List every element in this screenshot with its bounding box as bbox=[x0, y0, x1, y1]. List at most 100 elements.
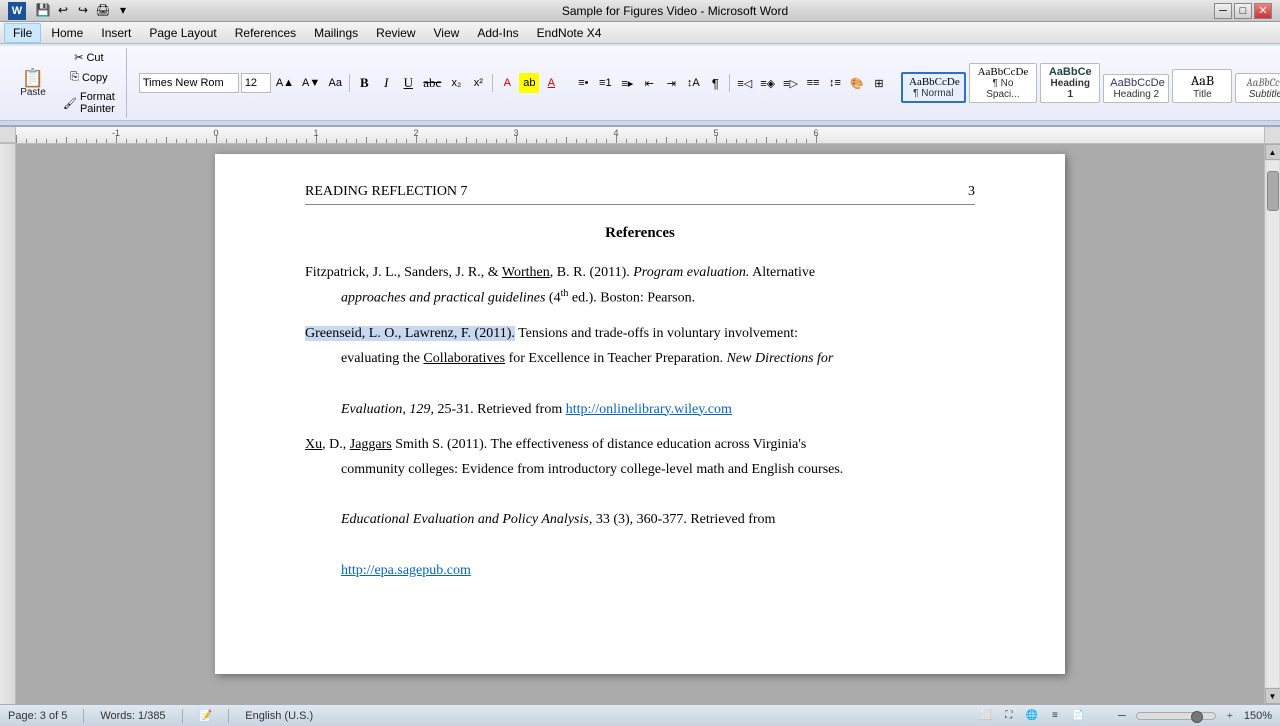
numbering-button[interactable]: ≡1 bbox=[595, 73, 615, 93]
close-button[interactable]: ✕ bbox=[1254, 3, 1272, 19]
greenseid-continuation1: evaluating the Collaboratives for Excell… bbox=[341, 346, 975, 371]
bullets-button[interactable]: ≡• bbox=[573, 73, 593, 93]
fitzpatrick-author-rest: , B. R. (2011). Program evaluation. Alte… bbox=[550, 265, 815, 280]
menu-endnote[interactable]: EndNote X4 bbox=[529, 24, 610, 42]
qat-save[interactable]: 💾 bbox=[34, 2, 52, 20]
document-scroll-area[interactable]: READING REFLECTION 7 3 References Fitzpa… bbox=[16, 144, 1264, 704]
greenseid-continuation2: Evaluation, 129, 25-31. Retrieved from h… bbox=[341, 397, 975, 422]
menu-references[interactable]: References bbox=[227, 24, 304, 42]
borders-button[interactable]: ⊞ bbox=[869, 73, 889, 93]
shading-button[interactable]: 🎨 bbox=[847, 73, 867, 93]
underline-button[interactable]: U bbox=[398, 73, 418, 93]
copy-button[interactable]: ⎘Copy bbox=[58, 68, 120, 87]
qat-redo[interactable]: ↪ bbox=[74, 2, 92, 20]
reference-fitzpatrick: Fitzpatrick, J. L., Sanders, J. R., & Wo… bbox=[305, 260, 975, 311]
style-heading1[interactable]: AaBbCe Heading 1 bbox=[1040, 63, 1100, 103]
xu-url-link[interactable]: http://epa.sagepub.com bbox=[341, 563, 471, 578]
style-title[interactable]: AaB Title bbox=[1172, 69, 1232, 103]
cut-icon: ✂ bbox=[74, 51, 83, 64]
menu-view[interactable]: View bbox=[426, 24, 468, 42]
show-formatting-button[interactable]: ¶ bbox=[705, 73, 725, 93]
xu-author-underline2: Jaggars bbox=[350, 437, 392, 452]
align-left-button[interactable]: ≡◁ bbox=[734, 73, 755, 93]
menu-mailings[interactable]: Mailings bbox=[306, 24, 366, 42]
view-draft[interactable]: 📄 bbox=[1068, 706, 1088, 726]
maximize-button[interactable]: □ bbox=[1234, 3, 1252, 19]
title-bar-left: W 💾 ↩ ↪ 🖨 ▾ bbox=[8, 2, 136, 20]
scroll-down-button[interactable]: ▼ bbox=[1265, 688, 1280, 704]
paste-button[interactable]: 📋 Paste bbox=[10, 56, 56, 110]
format-painter-button[interactable]: 🖌Format Painter bbox=[58, 88, 120, 118]
style-normal[interactable]: AaBbCcDe ¶ Normal bbox=[901, 72, 966, 103]
scroll-up-button[interactable]: ▲ bbox=[1265, 144, 1280, 160]
italic-button[interactable]: I bbox=[376, 73, 396, 93]
highlight-button[interactable]: ab bbox=[519, 73, 539, 93]
greenseid-url[interactable]: http://onlinelibrary.wiley.com bbox=[566, 402, 732, 417]
menu-insert[interactable]: Insert bbox=[93, 24, 139, 42]
shrink-font-button[interactable]: A▼ bbox=[299, 73, 323, 93]
menu-page-layout[interactable]: Page Layout bbox=[141, 24, 224, 42]
menu-file[interactable]: File bbox=[4, 23, 41, 43]
zoom-in-button[interactable]: + bbox=[1220, 706, 1240, 726]
view-web[interactable]: 🌐 bbox=[1022, 706, 1042, 726]
xu-continuation2: Educational Evaluation and Policy Analys… bbox=[341, 507, 975, 532]
menu-review[interactable]: Review bbox=[368, 24, 423, 42]
zoom-slider[interactable] bbox=[1136, 712, 1216, 720]
minimize-button[interactable]: ─ bbox=[1214, 3, 1232, 19]
document-area: READING REFLECTION 7 3 References Fitzpa… bbox=[0, 144, 1280, 704]
greenseid-text1: Tensions and trade-offs in voluntary inv… bbox=[515, 326, 798, 341]
style-subtitle[interactable]: AaBbCce Subtitle bbox=[1235, 73, 1280, 103]
status-spell-check[interactable]: 📝 bbox=[199, 709, 213, 722]
menu-bar: File Home Insert Page Layout References … bbox=[0, 22, 1280, 44]
fitzpatrick-author-normal: Fitzpatrick, J. L., Sanders, J. R., & bbox=[305, 265, 502, 280]
zoom-out-button[interactable]: ─ bbox=[1112, 706, 1132, 726]
font-size-input[interactable] bbox=[241, 73, 271, 93]
fitzpatrick-continuation: approaches and practical guidelines (4th… bbox=[341, 285, 975, 311]
multilevel-button[interactable]: ≡▸ bbox=[617, 73, 637, 93]
sort-button[interactable]: ↕A bbox=[683, 73, 703, 93]
header-page-number: 3 bbox=[968, 184, 975, 200]
font-name-input[interactable] bbox=[139, 73, 239, 93]
subscript-button[interactable]: x₂ bbox=[446, 73, 466, 93]
xu-author-underline1: Xu bbox=[305, 437, 322, 452]
ruler-area: -10123456 bbox=[0, 127, 1280, 144]
scrollbar-thumb[interactable] bbox=[1267, 171, 1279, 211]
vertical-scrollbar[interactable]: ▲ ▼ bbox=[1264, 144, 1280, 704]
align-right-button[interactable]: ≡▷ bbox=[780, 73, 801, 93]
style-no-spacing[interactable]: AaBbCcDe ¶ No Spaci... bbox=[969, 63, 1038, 103]
style-heading2[interactable]: AaBbCcDe Heading 2 bbox=[1103, 74, 1169, 103]
line-spacing-button[interactable]: ↕≡ bbox=[825, 73, 845, 93]
zoom-slider-thumb[interactable] bbox=[1191, 711, 1203, 723]
collaboratives-link: Collaboratives bbox=[423, 351, 505, 366]
clear-format-button[interactable]: Aa bbox=[325, 73, 345, 93]
align-center-button[interactable]: ≡◈ bbox=[757, 73, 778, 93]
view-print-layout[interactable]: ⬜ bbox=[976, 706, 996, 726]
xu-text1: , D., bbox=[322, 437, 350, 452]
header-title: READING REFLECTION 7 bbox=[305, 184, 468, 200]
grow-font-button[interactable]: A▲ bbox=[273, 73, 297, 93]
quick-access-toolbar: 💾 ↩ ↪ 🖨 ▾ bbox=[30, 2, 136, 20]
styles-gallery: AaBbCcDe ¶ Normal AaBbCcDe ¶ No Spaci...… bbox=[901, 63, 1280, 103]
window-controls: ─ □ ✕ bbox=[1214, 3, 1272, 19]
text-effects-button[interactable]: A bbox=[497, 73, 517, 93]
status-bar: Page: 3 of 5 Words: 1/385 📝 English (U.S… bbox=[0, 704, 1280, 726]
fitzpatrick-author-underline: Worthen bbox=[502, 265, 550, 280]
view-full-screen[interactable]: ⛶ bbox=[999, 706, 1019, 726]
bold-button[interactable]: B bbox=[354, 73, 374, 93]
menu-add-ins[interactable]: Add-Ins bbox=[469, 24, 526, 42]
decrease-indent-button[interactable]: ⇤ bbox=[639, 73, 659, 93]
scrollbar-track[interactable] bbox=[1267, 161, 1279, 687]
cut-button[interactable]: ✂Cut bbox=[58, 48, 120, 67]
qat-undo[interactable]: ↩ bbox=[54, 2, 72, 20]
increase-indent-button[interactable]: ⇥ bbox=[661, 73, 681, 93]
justify-button[interactable]: ≡≡ bbox=[803, 73, 823, 93]
qat-dropdown[interactable]: ▾ bbox=[114, 2, 132, 20]
strikethrough-button[interactable]: abc bbox=[420, 73, 444, 93]
qat-print[interactable]: 🖨 bbox=[94, 2, 112, 20]
copy-icon: ⎘ bbox=[70, 71, 79, 84]
superscript-button[interactable]: x² bbox=[468, 73, 488, 93]
menu-home[interactable]: Home bbox=[43, 24, 91, 42]
view-outline[interactable]: ≡ bbox=[1045, 706, 1065, 726]
reference-xu: Xu, D., Jaggars Smith S. (2011). The eff… bbox=[305, 432, 975, 583]
font-color-button[interactable]: A bbox=[541, 73, 561, 93]
